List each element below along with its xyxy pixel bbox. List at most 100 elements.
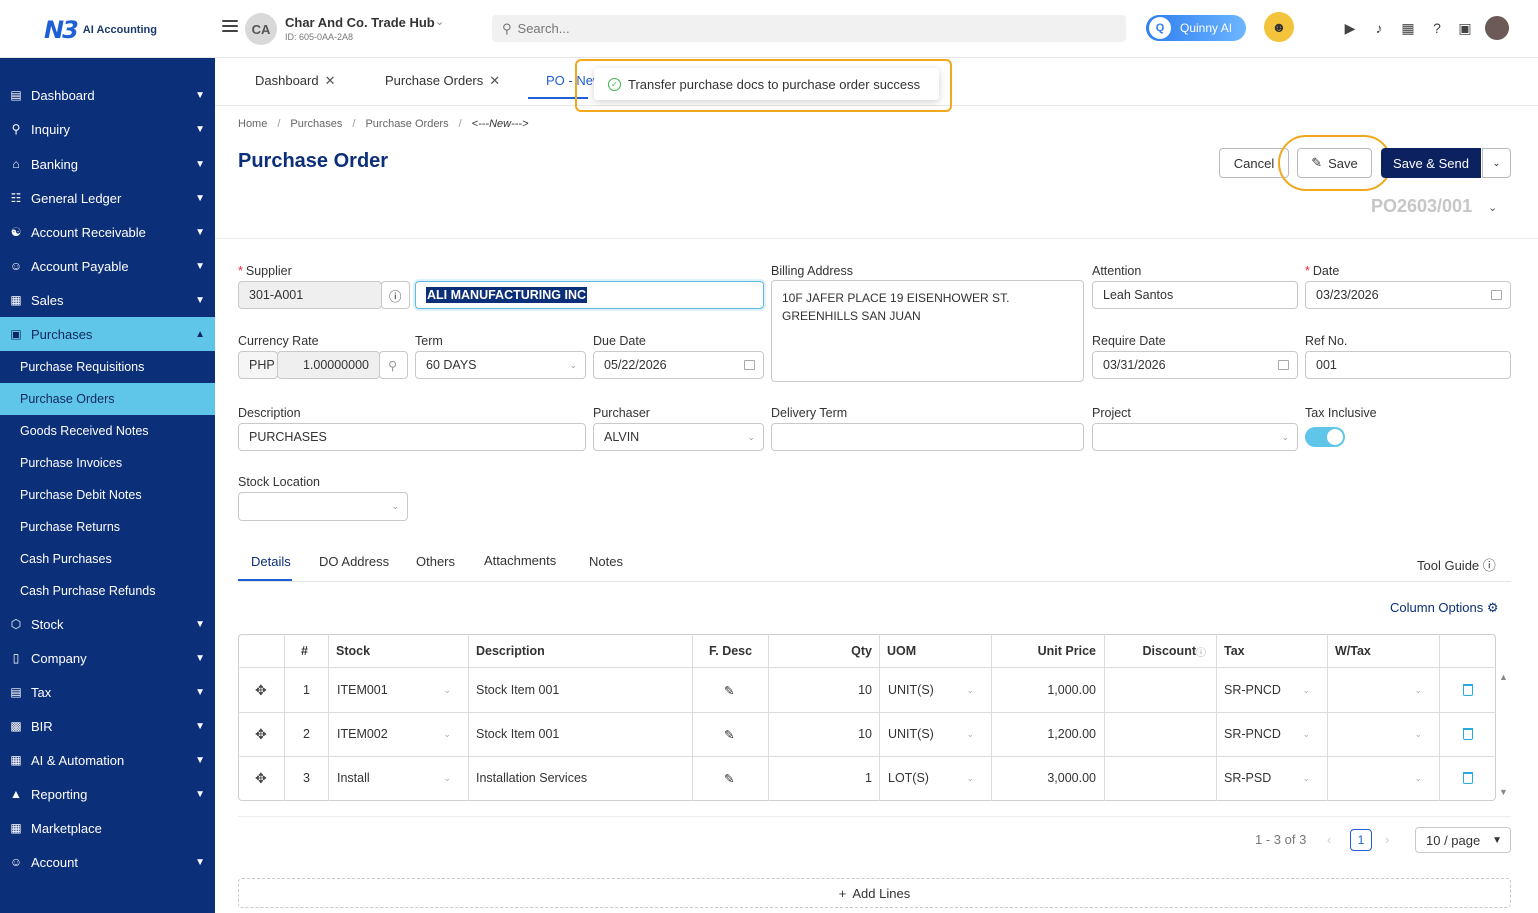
stock-select[interactable]: ITEM002 ⌄: [337, 712, 451, 756]
unit-price-cell[interactable]: 1,200.00: [991, 712, 1096, 756]
discount-cell[interactable]: [1104, 712, 1208, 756]
breadcrumb-home[interactable]: Home: [238, 118, 267, 130]
sidebar-item-inquiry[interactable]: ⚲ Inquiry ▼: [0, 112, 215, 146]
drag-handle-icon[interactable]: ✥: [255, 756, 267, 800]
tab-details[interactable]: Details: [251, 554, 291, 569]
info-icon[interactable]: ⓘ: [381, 281, 410, 309]
qty-cell[interactable]: 1: [768, 756, 872, 800]
tax-select[interactable]: SR-PNCD ⌄: [1224, 668, 1310, 712]
store-icon[interactable]: ▦: [1399, 19, 1417, 37]
app-logo[interactable]: N3 AI Accounting: [44, 16, 157, 44]
breadcrumb-purchases[interactable]: Purchases: [290, 118, 342, 130]
breadcrumb-purchase-orders[interactable]: Purchase Orders: [365, 118, 448, 130]
tax-select[interactable]: SR-PNCD ⌄: [1224, 712, 1310, 756]
chevron-down-icon[interactable]: ⌄: [435, 15, 444, 28]
sidebar-sub-cash-purchase-refunds[interactable]: Cash Purchase Refunds: [0, 575, 215, 607]
save-options-dropdown[interactable]: ⌄: [1482, 148, 1511, 178]
delete-row-button[interactable]: [1463, 712, 1473, 756]
sidebar-item-purchases[interactable]: ▣ Purchases ▲: [0, 317, 215, 351]
delete-row-button[interactable]: [1463, 756, 1473, 800]
description-cell[interactable]: Stock Item 001: [476, 668, 559, 712]
qty-cell[interactable]: 10: [768, 668, 872, 712]
unit-price-cell[interactable]: 3,000.00: [991, 756, 1096, 800]
add-lines-button[interactable]: + Add Lines: [238, 878, 1511, 908]
sidebar-sub-purchase-orders[interactable]: Purchase Orders: [0, 383, 215, 415]
sidebar-item-bir[interactable]: ▩ BIR ▼: [0, 709, 215, 743]
discount-cell[interactable]: [1104, 668, 1208, 712]
project-select[interactable]: ⌄: [1092, 423, 1298, 451]
chevron-left-icon[interactable]: ‹: [1327, 832, 1331, 847]
attention-input[interactable]: Leah Santos: [1092, 281, 1298, 309]
stock-location-select[interactable]: ⌄: [238, 492, 408, 521]
sidebar-item-tax[interactable]: ▤ Tax ▼: [0, 675, 215, 709]
delivery-term-input[interactable]: [771, 423, 1084, 451]
search-input[interactable]: ⚲ Search...: [492, 15, 1126, 42]
save-send-button[interactable]: Save & Send: [1381, 148, 1481, 178]
wtax-select[interactable]: ⌄: [1335, 712, 1422, 756]
sidebar-sub-purchase-invoices[interactable]: Purchase Invoices: [0, 447, 215, 479]
description-cell[interactable]: Stock Item 001: [476, 712, 559, 756]
tab-dashboard[interactable]: Dashboard ✕: [255, 73, 336, 89]
sidebar-item-account[interactable]: ☺ Account ▼: [0, 845, 215, 879]
assistant-button[interactable]: Q Quinny AI: [1146, 15, 1246, 41]
sidebar-item-sales[interactable]: ▦ Sales ▼: [0, 283, 215, 317]
sidebar-item-marketplace[interactable]: ▦ Marketplace: [0, 811, 215, 845]
supplier-code-input[interactable]: 301-A001: [238, 281, 382, 309]
search-icon[interactable]: ⚲: [379, 351, 408, 379]
company-avatar[interactable]: CA: [245, 13, 277, 45]
edit-icon[interactable]: ✎: [724, 756, 734, 800]
require-date-input[interactable]: 03/31/2026: [1092, 351, 1298, 379]
purchaser-select[interactable]: ALVIN ⌄: [593, 423, 764, 451]
tab-purchase-orders[interactable]: Purchase Orders ✕: [385, 73, 500, 89]
scroll-up-arrow-icon[interactable]: ▲: [1499, 672, 1508, 682]
tab-do-address[interactable]: DO Address: [319, 554, 389, 569]
play-icon[interactable]: ▶: [1341, 19, 1359, 37]
date-input[interactable]: 03/23/2026: [1305, 281, 1511, 309]
bell-icon[interactable]: ♪: [1370, 19, 1388, 37]
wtax-select[interactable]: ⌄: [1335, 756, 1422, 800]
menu-toggle-icon[interactable]: [222, 20, 238, 36]
qty-cell[interactable]: 10: [768, 712, 872, 756]
sidebar-item-account-payable[interactable]: ☺ Account Payable ▼: [0, 249, 215, 283]
company-name[interactable]: Char And Co. Trade Hub: [285, 15, 435, 30]
sidebar-item-stock[interactable]: ⬡ Stock ▼: [0, 607, 215, 641]
description-cell[interactable]: Installation Services: [476, 756, 587, 800]
uom-select[interactable]: UNIT(S) ⌄: [888, 668, 974, 712]
discount-cell[interactable]: [1104, 756, 1208, 800]
sidebar-sub-cash-purchases[interactable]: Cash Purchases: [0, 543, 215, 575]
tool-guide-link[interactable]: Tool Guide ⓘ: [1417, 555, 1496, 574]
stock-select[interactable]: ITEM001 ⌄: [337, 668, 451, 712]
lock-icon[interactable]: ▣: [1456, 19, 1474, 37]
tab-others[interactable]: Others: [416, 554, 455, 569]
tab-notes[interactable]: Notes: [589, 554, 623, 569]
close-icon[interactable]: ✕: [325, 73, 336, 88]
uom-select[interactable]: UNIT(S) ⌄: [888, 712, 974, 756]
sidebar-item-account-receivable[interactable]: ☯ Account Receivable ▼: [0, 215, 215, 249]
close-icon[interactable]: ✕: [489, 73, 500, 88]
term-select[interactable]: 60 DAYS ⌄: [415, 351, 586, 379]
drag-handle-icon[interactable]: ✥: [255, 668, 267, 712]
stock-select[interactable]: Install ⌄: [337, 756, 451, 800]
edit-icon[interactable]: ✎: [724, 712, 734, 756]
scroll-down-arrow-icon[interactable]: ▼: [1499, 787, 1508, 797]
chevron-down-icon[interactable]: ⌄: [1488, 201, 1497, 214]
sidebar-item-general-ledger[interactable]: ☷ General Ledger ▼: [0, 181, 215, 215]
supplier-name-input[interactable]: ALI MANUFACTURING INC: [415, 281, 764, 309]
unit-price-cell[interactable]: 1,000.00: [991, 668, 1096, 712]
tax-inclusive-toggle[interactable]: [1305, 427, 1345, 447]
sidebar-sub-purchase-returns[interactable]: Purchase Returns: [0, 511, 215, 543]
help-icon[interactable]: ?: [1428, 19, 1446, 37]
tab-attachments[interactable]: Attachments: [484, 553, 556, 568]
tax-select[interactable]: SR-PSD ⌄: [1224, 756, 1310, 800]
uom-select[interactable]: LOT(S) ⌄: [888, 756, 974, 800]
wtax-select[interactable]: ⌄: [1335, 668, 1422, 712]
sidebar-sub-purchase-requisitions[interactable]: Purchase Requisitions: [0, 351, 215, 383]
user-avatar[interactable]: [1485, 16, 1509, 40]
drag-handle-icon[interactable]: ✥: [255, 712, 267, 756]
mascot-icon[interactable]: ☻: [1264, 12, 1294, 42]
billing-address-input[interactable]: 10F JAFER PLACE 19 EISENHOWER ST. GREENH…: [771, 280, 1084, 382]
page-size-select[interactable]: 10 / page ▼: [1415, 827, 1511, 853]
chevron-right-icon[interactable]: ›: [1385, 832, 1389, 847]
sidebar-item-dashboard[interactable]: ▤ Dashboard ▼: [0, 78, 215, 112]
due-date-input[interactable]: 05/22/2026: [593, 351, 764, 379]
